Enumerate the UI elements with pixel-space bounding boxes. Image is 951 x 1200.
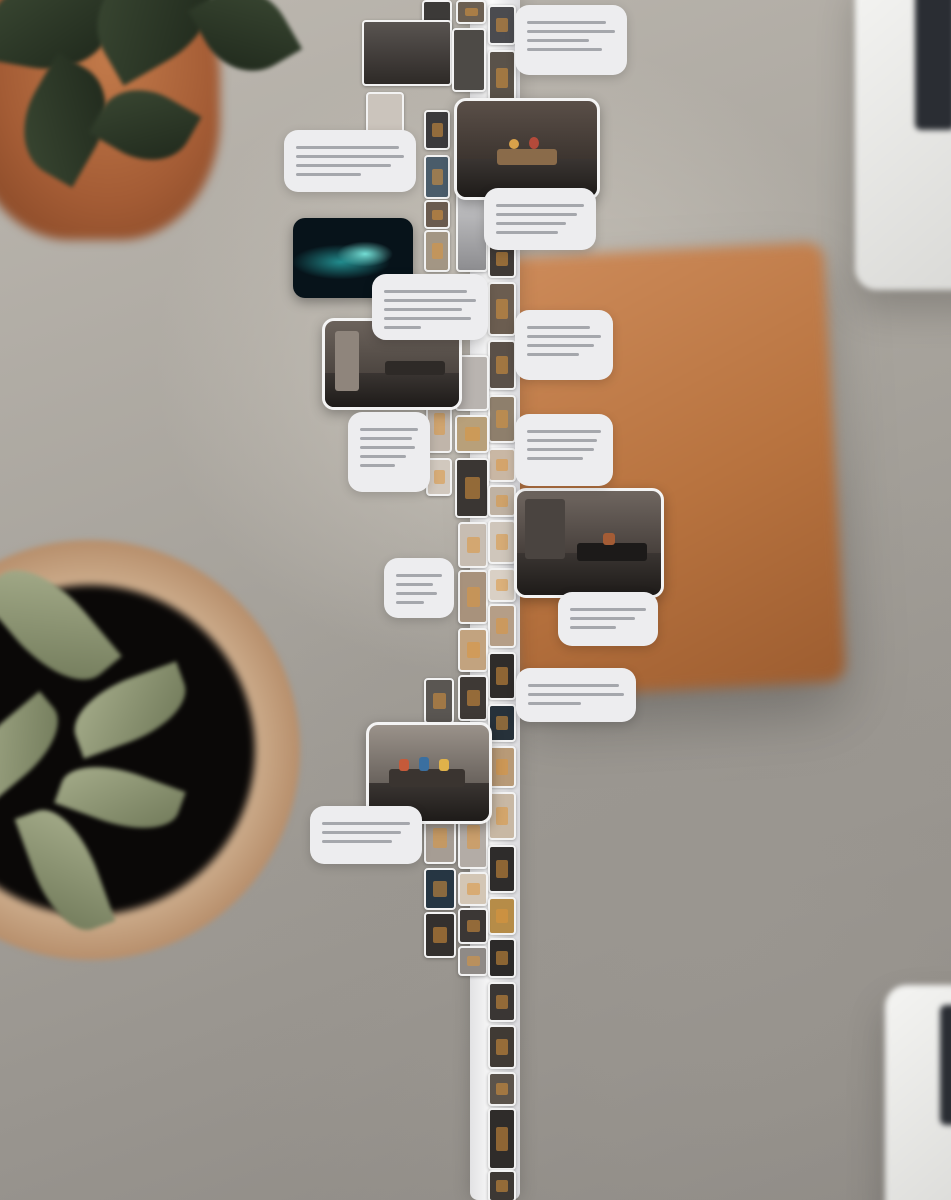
text-card[interactable]: [515, 5, 627, 75]
thumbnail-tile[interactable]: [458, 946, 488, 976]
text-card[interactable]: [284, 130, 416, 192]
thumbnail-tile[interactable]: [458, 908, 488, 944]
thumbnail-tile[interactable]: [488, 448, 516, 482]
device-screen: [915, 0, 951, 130]
text-card[interactable]: [515, 414, 613, 486]
text-card[interactable]: [348, 412, 430, 492]
thumbnail-tile[interactable]: [455, 458, 489, 518]
thumbnail-tile[interactable]: [488, 1170, 516, 1200]
thumbnail-tile[interactable]: [488, 652, 516, 700]
thumbnail-tile[interactable]: [424, 155, 450, 199]
thumbnail-tile[interactable]: [455, 415, 489, 453]
text-card[interactable]: [484, 188, 596, 250]
thumbnail-tile[interactable]: [488, 520, 516, 564]
thumbnail-tile[interactable]: [458, 570, 488, 624]
thumbnail-tile[interactable]: [488, 1072, 516, 1106]
room-photo[interactable]: [514, 488, 664, 598]
thumbnail-tile[interactable]: [488, 340, 516, 390]
thumbnail-tile[interactable]: [488, 282, 516, 336]
thumbnail-tile[interactable]: [488, 568, 516, 602]
thumbnail-tile[interactable]: [458, 628, 488, 672]
text-card[interactable]: [372, 274, 488, 340]
thumbnail-tile[interactable]: [488, 604, 516, 648]
thumbnail-tile[interactable]: [488, 395, 516, 443]
thumbnail-tile[interactable]: [458, 522, 488, 568]
thumbnail-tile[interactable]: [424, 868, 456, 910]
thumbnail-tile[interactable]: [488, 1025, 516, 1069]
thumbnail-tile[interactable]: [424, 200, 450, 229]
laptop-icon: [855, 0, 951, 290]
thumbnail-tile[interactable]: [424, 230, 450, 272]
thumbnail-tile[interactable]: [488, 982, 516, 1022]
thumbnail-tile[interactable]: [452, 28, 486, 92]
thumbnail-tile[interactable]: [458, 675, 488, 721]
thumbnail-tile[interactable]: [424, 912, 456, 958]
thumbnail-tile[interactable]: [456, 0, 486, 24]
thumbnail-tile[interactable]: [488, 1108, 516, 1170]
thumbnail-tile[interactable]: [488, 5, 516, 45]
thumbnail-tile[interactable]: [488, 704, 516, 742]
thumbnail-tile[interactable]: [488, 485, 516, 517]
thumbnail-tile[interactable]: [488, 792, 516, 840]
text-card[interactable]: [310, 806, 422, 864]
text-card[interactable]: [515, 310, 613, 380]
thumbnail-tile[interactable]: [458, 872, 488, 906]
thumbnail-tile[interactable]: [488, 845, 516, 893]
thumbnail-tile[interactable]: [424, 678, 454, 724]
thumbnail-tile[interactable]: [362, 20, 452, 86]
thumbnail-tile[interactable]: [488, 938, 516, 978]
desk-scene: [0, 0, 951, 1200]
thumbnail-tile[interactable]: [488, 897, 516, 935]
text-card[interactable]: [516, 668, 636, 722]
device-screen: [940, 1005, 951, 1125]
text-card[interactable]: [558, 592, 658, 646]
room-photo[interactable]: [454, 98, 600, 200]
laptop-icon: [885, 985, 951, 1200]
text-card[interactable]: [384, 558, 454, 618]
thumbnail-tile[interactable]: [488, 746, 516, 788]
thumbnail-tile[interactable]: [366, 92, 404, 134]
thumbnail-tile[interactable]: [424, 110, 450, 150]
